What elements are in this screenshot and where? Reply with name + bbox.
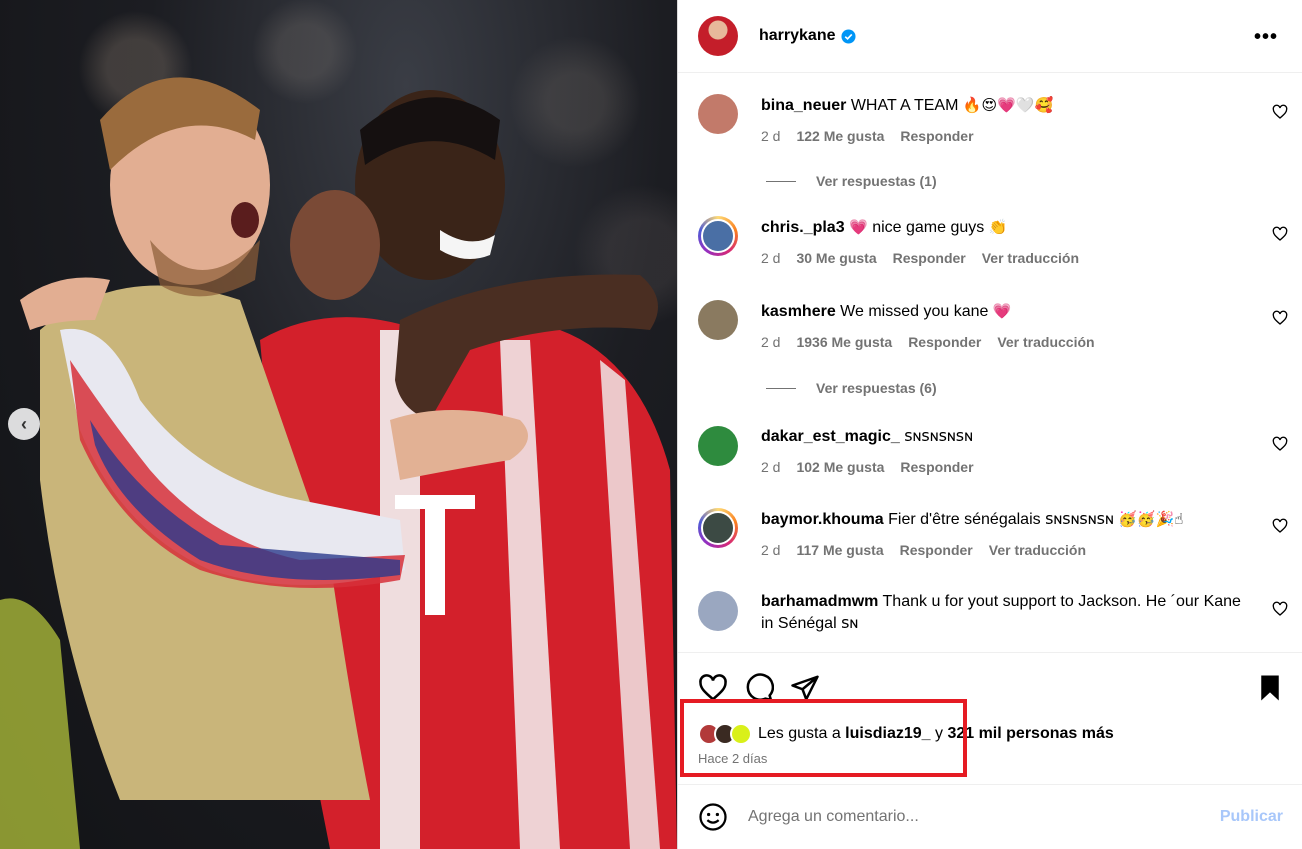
- like-comment-heart-icon[interactable]: [1272, 518, 1288, 534]
- like-comment-heart-icon[interactable]: [1272, 601, 1288, 617]
- like-comment-heart-icon[interactable]: [1272, 226, 1288, 242]
- comment-item: chris._pla3 💗 nice game guys 👏 2 d 30 Me…: [698, 216, 1288, 269]
- comment-time[interactable]: 2 d: [761, 247, 780, 269]
- comment-time[interactable]: 2 d: [761, 456, 780, 478]
- comments-list: bina_neuer WHAT A TEAM 🔥😍💗🤍🥰 2 d 122 Me …: [678, 74, 1302, 652]
- comment-time[interactable]: 2 d: [761, 331, 780, 353]
- comment-emojis: 🥳🥳🎉☝: [1118, 510, 1184, 528]
- previous-slide-button[interactable]: ‹: [8, 408, 40, 440]
- author-username[interactable]: harrykane: [759, 27, 836, 45]
- commenter-avatar[interactable]: [698, 426, 738, 466]
- bookmark-icon[interactable]: [1255, 673, 1285, 703]
- translate-button[interactable]: Ver traducción: [997, 331, 1094, 353]
- replies-divider: [766, 180, 796, 182]
- comment-username[interactable]: kasmhere: [761, 303, 836, 320]
- chevron-left-icon: ‹: [21, 413, 27, 434]
- comment-input[interactable]: Agrega un comentario...: [748, 808, 1220, 826]
- like-comment-heart-icon[interactable]: [1272, 310, 1288, 326]
- commenter-avatar[interactable]: [698, 94, 738, 134]
- reply-button[interactable]: Responder: [908, 331, 981, 353]
- highlight-box: [680, 699, 967, 777]
- commenter-avatar[interactable]: [698, 508, 738, 548]
- comment-likes[interactable]: 122 Me gusta: [796, 125, 884, 147]
- commenter-avatar[interactable]: [698, 300, 738, 340]
- comment-item: dakar_est_magic_ ꜱɴꜱɴꜱɴꜱɴ 2 d 102 Me gus…: [698, 426, 1288, 478]
- like-comment-heart-icon[interactable]: [1272, 436, 1288, 452]
- reply-button[interactable]: Responder: [900, 539, 973, 561]
- comment-username[interactable]: bina_neuer: [761, 97, 846, 114]
- comment-time[interactable]: 2 d: [761, 539, 780, 561]
- translate-button[interactable]: Ver traducción: [989, 539, 1086, 561]
- comment-item: kasmhere We missed you kane 💗 2 d 1936 M…: [698, 300, 1288, 353]
- photo-illustration: [0, 77, 677, 849]
- comment-prefix-emoji: 💗: [849, 218, 868, 236]
- comment-username[interactable]: baymor.khouma: [761, 511, 884, 528]
- post-header: harrykane •••: [678, 0, 1302, 73]
- commenter-avatar[interactable]: [698, 591, 738, 631]
- comment-username[interactable]: barhamadmwm: [761, 593, 878, 610]
- more-options-icon[interactable]: •••: [1254, 26, 1278, 49]
- view-replies-label: Ver respuestas (6): [816, 380, 937, 396]
- view-replies-button[interactable]: Ver respuestas (6): [766, 380, 937, 396]
- comment-text: WHAT A TEAM: [850, 97, 959, 114]
- view-replies-label: Ver respuestas (1): [816, 173, 937, 189]
- post-actions: Les gusta a luisdiaz19_ y 321 mil person…: [678, 652, 1302, 782]
- post-side-panel: harrykane ••• bina_neuer WHAT A TEAM 🔥😍💗…: [677, 0, 1302, 849]
- publish-button[interactable]: Publicar: [1220, 808, 1283, 826]
- post-photo: ‹: [0, 0, 677, 849]
- replies-divider: [766, 387, 796, 389]
- translate-button[interactable]: Ver traducción: [982, 247, 1079, 269]
- comment-text: nice game guys: [872, 219, 985, 236]
- comment-text: Fier d'être sénégalais ꜱɴꜱɴꜱɴꜱɴ: [888, 511, 1114, 528]
- emoji-smiley-icon[interactable]: [698, 802, 728, 832]
- comment-likes[interactable]: 30 Me gusta: [796, 247, 876, 269]
- comment-username[interactable]: dakar_est_magic_: [761, 428, 900, 445]
- like-comment-heart-icon[interactable]: [1272, 104, 1288, 120]
- comment-text: We missed you kane: [840, 303, 989, 320]
- comment-likes[interactable]: 117 Me gusta: [796, 539, 883, 561]
- comment-time[interactable]: 2 d: [761, 125, 780, 147]
- comment-text: ꜱɴꜱɴꜱɴꜱɴ: [904, 428, 973, 445]
- comment-item: bina_neuer WHAT A TEAM 🔥😍💗🤍🥰 2 d 122 Me …: [698, 94, 1288, 147]
- comment-emojis: 👏: [988, 218, 1008, 236]
- reply-button[interactable]: Responder: [893, 247, 966, 269]
- comment-item: barhamadmwm Thank u for yout support to …: [698, 591, 1288, 635]
- commenter-avatar[interactable]: [698, 216, 738, 256]
- author-avatar[interactable]: [698, 16, 738, 56]
- reply-button[interactable]: Responder: [900, 456, 973, 478]
- comment-username[interactable]: chris._pla3: [761, 219, 845, 236]
- comment-emojis: 💗: [992, 302, 1012, 320]
- add-comment-bar: Agrega un comentario... Publicar: [678, 784, 1302, 849]
- likes-count[interactable]: 321 mil personas más: [947, 725, 1113, 742]
- comment-emojis: 🔥😍💗🤍🥰: [962, 96, 1054, 114]
- reply-button[interactable]: Responder: [900, 125, 973, 147]
- view-replies-button[interactable]: Ver respuestas (1): [766, 173, 937, 189]
- verified-badge-icon: [840, 28, 856, 44]
- comment-likes[interactable]: 102 Me gusta: [796, 456, 884, 478]
- comment-item: baymor.khouma Fier d'être sénégalais ꜱɴꜱ…: [698, 508, 1288, 561]
- comment-likes[interactable]: 1936 Me gusta: [796, 331, 892, 353]
